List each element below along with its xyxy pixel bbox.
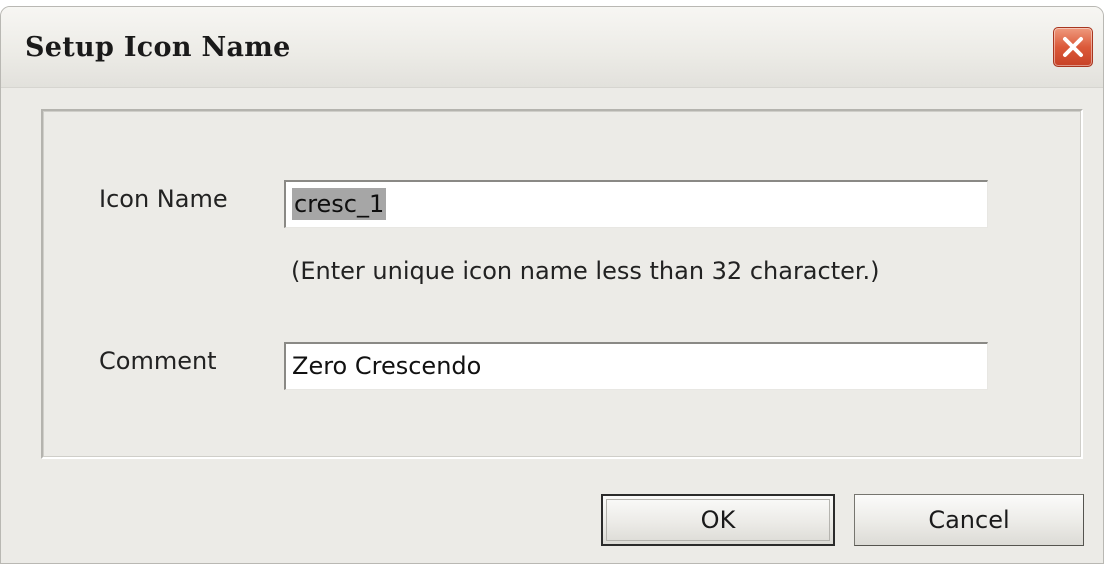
ok-button[interactable]: OK — [601, 494, 835, 546]
comment-value: Zero Crescendo — [292, 352, 482, 380]
close-button[interactable] — [1053, 27, 1093, 67]
cancel-button[interactable]: Cancel — [854, 494, 1084, 546]
icon-name-value: cresc_1 — [292, 188, 387, 220]
dialog-title: Setup Icon Name — [25, 32, 291, 63]
cancel-button-label: Cancel — [928, 506, 1010, 534]
focus-ring — [606, 499, 830, 541]
title-bar[interactable]: Setup Icon Name — [1, 7, 1103, 88]
comment-field[interactable]: Zero Crescendo — [284, 342, 988, 390]
icon-name-field[interactable]: cresc_1 — [284, 180, 988, 228]
icon-name-label: Icon Name — [99, 185, 228, 213]
icon-name-hint: (Enter unique icon name less than 32 cha… — [291, 257, 880, 285]
close-icon — [1063, 37, 1083, 57]
comment-label: Comment — [99, 347, 217, 375]
setup-icon-name-dialog: Setup Icon Name Icon Name cresc_1 (Enter… — [0, 6, 1104, 564]
